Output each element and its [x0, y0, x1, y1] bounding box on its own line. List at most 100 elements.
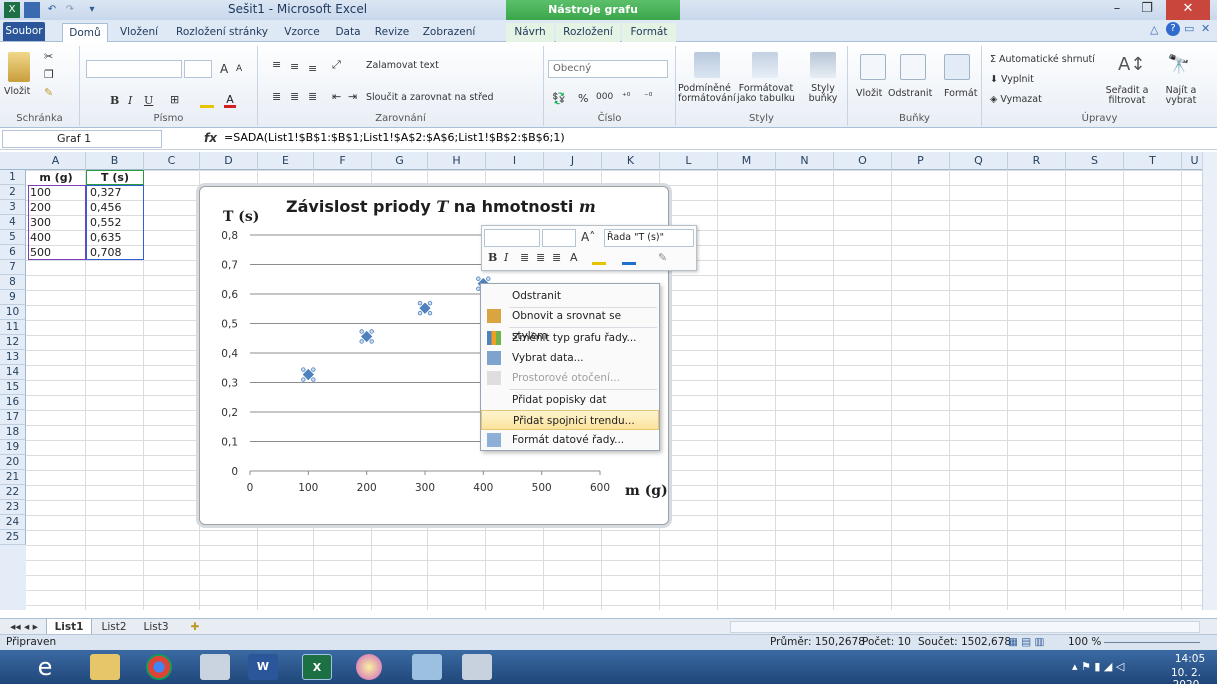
horizontal-scrollbar[interactable] [730, 621, 1200, 633]
conditional-format-icon[interactable] [694, 52, 720, 78]
grow-font-icon[interactable]: A [220, 62, 228, 76]
column-header[interactable]: D [200, 152, 258, 170]
orientation-icon[interactable]: ⤢ [332, 58, 341, 72]
borders-icon[interactable]: ⊞ [170, 93, 179, 106]
clear-button[interactable]: ◈ Vymazat [990, 94, 1042, 105]
name-box[interactable]: Graf 1 [2, 130, 162, 148]
align-center-icon[interactable]: ≣ [290, 90, 299, 103]
increase-decimal-icon[interactable]: ⁺⁰ [622, 92, 630, 102]
row-header[interactable]: 25 [0, 530, 26, 545]
shrink-font-icon[interactable]: A [236, 64, 242, 74]
column-header[interactable]: T [1124, 152, 1182, 170]
cell-styles-label[interactable]: Styly buňky [802, 84, 844, 104]
menu-change-chart-type[interactable]: Změnit typ grafu řady... [481, 328, 659, 348]
view-buttons-icon[interactable]: ▦ ▤ ▥ [1008, 636, 1044, 648]
insert-function-icon[interactable]: fx [204, 131, 217, 145]
column-header[interactable]: P [892, 152, 950, 170]
excel-app-icon[interactable]: X [4, 2, 20, 18]
row-header[interactable]: 11 [0, 320, 26, 335]
app-icon[interactable] [200, 654, 230, 680]
find-select-icon[interactable]: 🔭 [1166, 54, 1192, 80]
column-header[interactable]: A [26, 152, 86, 170]
series-selector[interactable]: Řada "T (s)" [604, 229, 694, 247]
align-top-icon[interactable]: ≡ [272, 58, 281, 71]
menu-add-trendline[interactable]: Přidat spojnici trendu... [481, 410, 659, 430]
column-header[interactable]: R [1008, 152, 1066, 170]
row-header[interactable]: 6 [0, 245, 26, 260]
workbook-close-icon[interactable]: ✕ [1201, 22, 1210, 35]
fill-color-icon[interactable] [200, 96, 214, 108]
column-header[interactable]: E [258, 152, 314, 170]
delete-cells-icon[interactable] [900, 54, 926, 80]
row-header[interactable]: 21 [0, 470, 26, 485]
row-header[interactable]: 22 [0, 485, 26, 500]
merge-center-button[interactable]: Sloučit a zarovnat na střed [366, 92, 494, 103]
font-color-icon[interactable]: A [224, 94, 236, 108]
clock-date[interactable]: 10. 2. 2020 [1158, 667, 1214, 684]
undo-icon[interactable]: ↶ [44, 2, 60, 18]
system-tray-icons[interactable]: ▴ ⚑ ▮ ◢ ◁ [1072, 660, 1124, 673]
ribbon-minimize-icon[interactable]: △ [1150, 23, 1158, 36]
maximize-button[interactable]: ❐ [1132, 0, 1162, 20]
menu-add-data-labels[interactable]: Přidat popisky dat [481, 390, 659, 410]
ie-icon[interactable]: e [30, 654, 60, 680]
insert-cells-icon[interactable] [860, 54, 886, 80]
paste-icon[interactable] [8, 52, 30, 82]
align-bottom-icon[interactable]: ≡ [308, 62, 317, 75]
row-header[interactable]: 13 [0, 350, 26, 365]
font-name-box[interactable] [86, 60, 182, 78]
menu-format-series[interactable]: Formát datové řady... [481, 430, 659, 450]
row-header[interactable]: 2 [0, 185, 26, 200]
column-header[interactable]: K [602, 152, 660, 170]
autosum-button[interactable]: Σ Automatické shrnutí [990, 54, 1095, 65]
chrome-icon[interactable] [146, 654, 172, 680]
row-header[interactable]: 24 [0, 515, 26, 530]
row-header[interactable]: 23 [0, 500, 26, 515]
snipping-tool-icon[interactable] [462, 654, 492, 680]
row-header[interactable]: 18 [0, 425, 26, 440]
column-header[interactable]: H [428, 152, 486, 170]
sheet-tab-list1[interactable]: List1 [46, 619, 92, 635]
tab-data[interactable]: Data [330, 23, 366, 42]
insert-sheet-icon[interactable]: ✚ [180, 619, 210, 635]
row-header[interactable]: 17 [0, 410, 26, 425]
column-header[interactable]: G [372, 152, 428, 170]
column-header[interactable]: F [314, 152, 372, 170]
explorer-icon[interactable] [90, 654, 120, 680]
mini-bold-button[interactable]: B [488, 251, 497, 264]
zoom-level[interactable]: 100 % [1068, 636, 1101, 648]
increase-indent-icon[interactable]: ⇥ [348, 90, 357, 103]
format-cells-label[interactable]: Formát [944, 88, 977, 99]
data-point[interactable] [417, 300, 433, 316]
mini-align-right-icon[interactable]: ≣ [552, 251, 561, 264]
fill-button[interactable]: ⬇ Vyplnit [990, 74, 1034, 85]
formula-input[interactable]: =SADA(List1!$B$1:$B$1;List1!$A$2:$A$6;Li… [224, 131, 565, 144]
menu-reset-style[interactable]: Obnovit a srovnat se stylem [481, 306, 659, 342]
thousands-button[interactable]: 000 [596, 92, 613, 102]
mini-format-painter-icon[interactable]: ✎ [658, 251, 667, 264]
row-header[interactable]: 10 [0, 305, 26, 320]
mini-outline-color-icon[interactable] [622, 253, 636, 265]
word-icon[interactable]: W [248, 654, 278, 680]
tab-insert[interactable]: Vložení [114, 23, 164, 42]
row-header[interactable]: 20 [0, 455, 26, 470]
bold-button[interactable]: B [110, 94, 119, 107]
mini-font-color-button[interactable]: A [570, 251, 578, 264]
format-table-label[interactable]: Formátovat jako tabulku [732, 84, 800, 104]
table-cell[interactable]: m (g) [26, 170, 86, 185]
menu-delete[interactable]: Odstranit [481, 286, 659, 306]
delete-cells-label[interactable]: Odstranit [888, 88, 932, 99]
column-header[interactable]: L [660, 152, 718, 170]
window-restore-icon[interactable]: ▭ [1184, 22, 1194, 35]
tab-formulas[interactable]: Vzorce [280, 23, 324, 42]
decrease-decimal-icon[interactable]: ⁻⁰ [644, 92, 652, 102]
row-header[interactable]: 8 [0, 275, 26, 290]
accounting-icon[interactable]: 💱 [552, 92, 566, 105]
cell-styles-icon[interactable] [810, 52, 836, 78]
tab-home[interactable]: Domů [62, 23, 108, 42]
row-header[interactable]: 14 [0, 365, 26, 380]
underline-button[interactable]: U [144, 94, 153, 107]
format-painter-icon[interactable]: ✎ [44, 86, 53, 99]
mini-align-center-icon[interactable]: ≣ [536, 251, 545, 264]
column-header[interactable]: C [144, 152, 200, 170]
